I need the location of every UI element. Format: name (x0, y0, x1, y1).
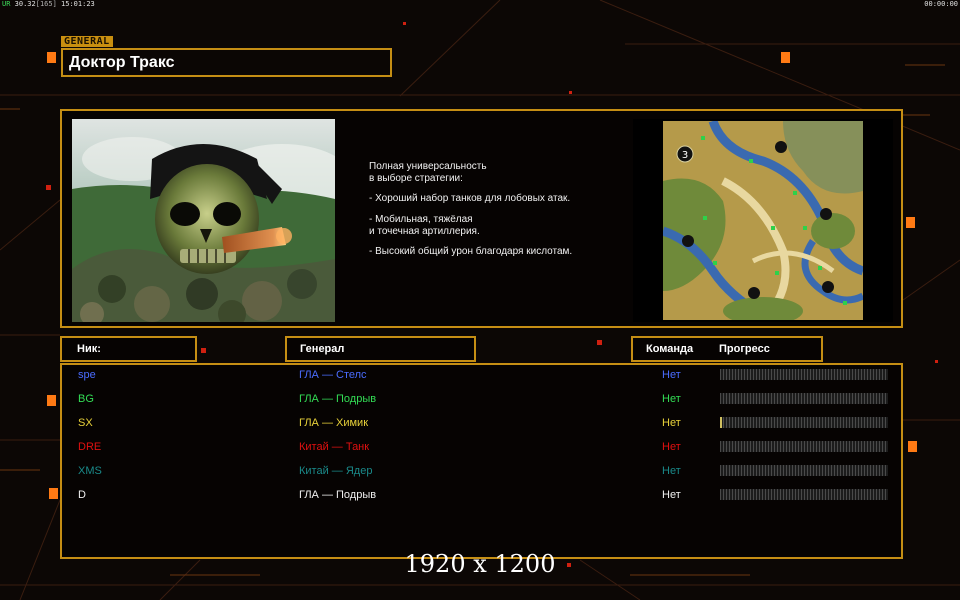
player-row: XMS Китай — Ядер Нет (62, 463, 901, 479)
column-header-general: Генерал (285, 336, 476, 362)
latency-value: [165] (35, 0, 57, 8)
general-name: Доктор Тракс (69, 54, 175, 71)
player-progress-bar (720, 417, 888, 428)
minimap-frame: 3 (633, 119, 893, 322)
players-list: spe ГЛА — Стелс Нет BG ГЛА — Подрыв Нет … (60, 363, 903, 559)
player-nick: spe (78, 369, 96, 381)
player-nick: BG (78, 393, 94, 405)
column-header-progress: Прогресс (719, 343, 770, 355)
player-team: Нет (662, 369, 681, 381)
column-header-nick: Ник: (60, 336, 197, 362)
player-team: Нет (662, 393, 681, 405)
fps-value: 30.32 (14, 0, 36, 8)
player-general: ГЛА — Стелс (299, 369, 367, 381)
player-nick: D (78, 489, 86, 501)
player-nick: SX (78, 417, 93, 429)
description-line: - Хороший набор танков для лобовых атак. (369, 193, 571, 205)
clock-value: 15:01:23 (61, 0, 95, 8)
player-row: spe ГЛА — Стелс Нет (62, 367, 901, 383)
player-row: D ГЛА — Подрыв Нет (62, 487, 901, 503)
player-nick: DRE (78, 441, 102, 453)
player-general: ГЛА — Подрыв (299, 393, 377, 405)
player-progress-bar (720, 393, 888, 404)
player-progress-fill (720, 417, 722, 428)
player-general: Китай — Ядер (299, 465, 373, 477)
player-team: Нет (662, 417, 681, 429)
player-progress-bar (720, 465, 888, 476)
player-team: Нет (662, 465, 681, 477)
player-row: SX ГЛА — Химик Нет (62, 415, 901, 431)
description-line: Полная универсальность в выборе стратеги… (369, 161, 487, 185)
general-info-panel: Полная универсальность в выборе стратеги… (60, 109, 903, 328)
player-team: Нет (662, 441, 681, 453)
general-description: Полная универсальность в выборе стратеги… (369, 161, 639, 266)
skull-soldier-portrait-icon (72, 119, 335, 322)
column-header-team: Команда (646, 343, 694, 355)
description-line: - Высокий общий урон благодаря кислотам. (369, 246, 573, 258)
description-line: - Мобильная, тяжёлая и точечная артиллер… (369, 213, 480, 237)
general-title-box: Доктор Тракс (61, 48, 392, 77)
player-progress-bar (720, 369, 888, 380)
player-row: BG ГЛА — Подрыв Нет (62, 391, 901, 407)
game-timer: 00:00:00 (924, 0, 958, 8)
map-preview-icon: 3 (663, 121, 863, 320)
player-general: Китай — Танк (299, 441, 370, 453)
fps-label: UR (2, 0, 11, 8)
start-position-label: 3 (682, 150, 688, 161)
player-general: ГЛА — Подрыв (299, 489, 377, 501)
hud-stats: UR 30.32[165] 15:01:23 (2, 0, 95, 8)
player-nick: XMS (78, 465, 102, 477)
player-team: Нет (662, 489, 681, 501)
player-progress-bar (720, 489, 888, 500)
player-progress-bar (720, 441, 888, 452)
resolution-label: 1920 x 1200 (404, 550, 556, 578)
player-row: DRE Китай — Танк Нет (62, 439, 901, 455)
general-tag: GENERAL (61, 36, 113, 47)
column-header-team-progress: Команда Прогресс (631, 336, 823, 362)
player-general: ГЛА — Химик (299, 417, 369, 429)
